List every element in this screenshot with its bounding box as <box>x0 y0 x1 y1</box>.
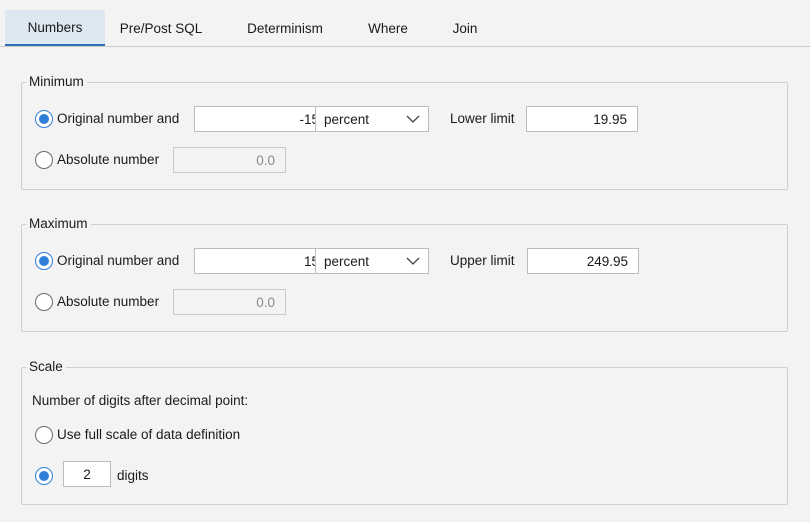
minimum-unit-value: percent <box>324 111 370 127</box>
full-scale-radio[interactable] <box>35 426 53 444</box>
maximum-absolute-option[interactable]: Absolute number <box>35 293 159 311</box>
minimum-absolute-input: 0.0 <box>173 147 286 173</box>
tab-determinism[interactable]: Determinism <box>236 10 334 46</box>
digits-option[interactable] <box>35 467 53 485</box>
digits-value: 2 <box>83 466 91 482</box>
lower-limit-value: 19.95 <box>593 111 627 127</box>
tab-label: Pre/Post SQL <box>119 20 203 36</box>
minimum-absolute-radio[interactable] <box>35 151 53 169</box>
full-scale-label: Use full scale of data definition <box>57 427 241 442</box>
maximum-original-option[interactable]: Original number and <box>35 252 179 270</box>
lower-limit-input[interactable]: 19.95 <box>526 106 638 132</box>
tab-pre-post-sql[interactable]: Pre/Post SQL <box>108 10 214 46</box>
tab-label: Join <box>452 20 478 36</box>
scale-group: Scale Number of digits after decimal poi… <box>21 359 788 505</box>
tab-join[interactable]: Join <box>442 10 488 46</box>
chevron-down-icon <box>406 257 420 265</box>
digits-label: digits <box>117 468 149 483</box>
maximum-unit-select[interactable]: percent <box>315 248 429 274</box>
maximum-original-label: Original number and <box>57 253 180 268</box>
maximum-original-input[interactable]: 15 <box>194 248 330 274</box>
upper-limit-label: Upper limit <box>450 253 515 268</box>
tab-where[interactable]: Where <box>358 10 418 46</box>
minimum-absolute-value: 0.0 <box>256 152 275 168</box>
scale-legend: Scale <box>26 359 66 375</box>
tab-numbers[interactable]: Numbers <box>5 10 105 46</box>
minimum-original-label: Original number and <box>57 111 180 126</box>
lower-limit-label: Lower limit <box>450 111 515 126</box>
minimum-original-option[interactable]: Original number and <box>35 110 179 128</box>
tab-label: Where <box>368 20 408 36</box>
scale-description: Number of digits after decimal point: <box>32 393 249 408</box>
maximum-unit-value: percent <box>324 253 370 269</box>
minimum-group: Minimum Original number and -15 percent … <box>21 74 788 190</box>
maximum-absolute-value: 0.0 <box>256 294 275 310</box>
upper-limit-input[interactable]: 249.95 <box>527 248 639 274</box>
minimum-legend: Minimum <box>26 74 87 90</box>
maximum-group: Maximum Original number and 15 percent U… <box>21 216 788 332</box>
maximum-absolute-label: Absolute number <box>57 294 160 309</box>
maximum-absolute-radio[interactable] <box>35 293 53 311</box>
maximum-absolute-input: 0.0 <box>173 289 286 315</box>
minimum-absolute-option[interactable]: Absolute number <box>35 151 159 169</box>
digits-radio[interactable] <box>35 467 53 485</box>
chevron-down-icon <box>406 115 420 123</box>
minimum-original-radio[interactable] <box>35 110 53 128</box>
minimum-original-input[interactable]: -15 <box>194 106 330 132</box>
upper-limit-value: 249.95 <box>586 253 628 269</box>
maximum-legend: Maximum <box>26 216 91 232</box>
minimum-unit-select[interactable]: percent <box>315 106 429 132</box>
maximum-original-radio[interactable] <box>35 252 53 270</box>
tab-label: Numbers <box>27 19 83 35</box>
tab-label: Determinism <box>247 20 323 36</box>
tab-bar: Numbers Pre/Post SQL Determinism Where J… <box>0 0 810 47</box>
full-scale-option[interactable]: Use full scale of data definition <box>35 426 240 444</box>
minimum-absolute-label: Absolute number <box>57 152 160 167</box>
digits-input[interactable]: 2 <box>63 461 111 487</box>
